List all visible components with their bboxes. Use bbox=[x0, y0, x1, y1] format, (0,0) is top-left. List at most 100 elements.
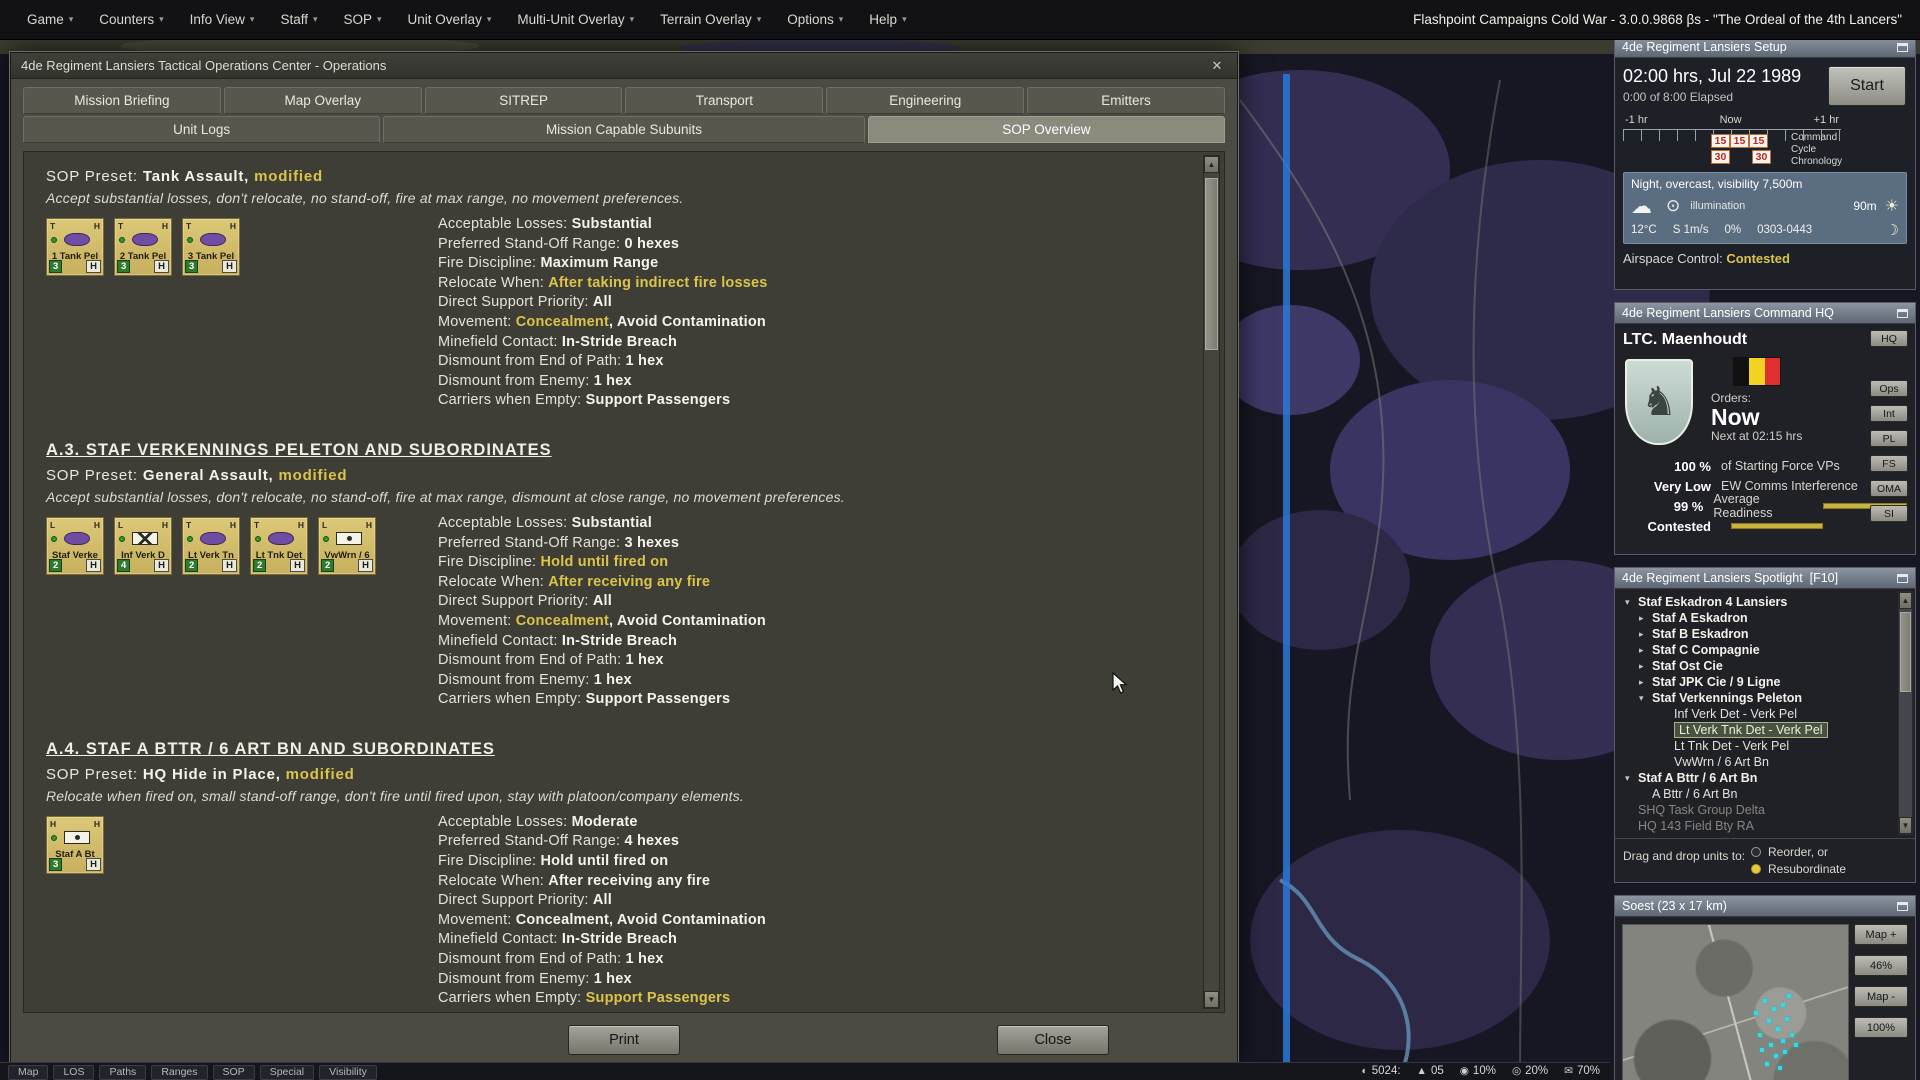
tree-item[interactable]: ▸Staf B Eskadron bbox=[1621, 626, 1895, 642]
minimap[interactable] bbox=[1622, 924, 1849, 1080]
counter-topleft: L bbox=[322, 520, 327, 530]
tree-item[interactable]: SHQ Task Group Delta bbox=[1621, 802, 1895, 818]
hq-tool-button[interactable]: Ops bbox=[1870, 380, 1908, 397]
panel-expand-icon[interactable] bbox=[1897, 309, 1908, 318]
tree-chevron-icon[interactable]: ▸ bbox=[1639, 677, 1652, 688]
reorder-option[interactable]: Reorder, or bbox=[1751, 845, 1846, 859]
sop-setting-row: Dismount from End of Path: 1 hex bbox=[438, 651, 1190, 671]
menu-item[interactable]: Counters▾ bbox=[86, 0, 176, 40]
tree-chevron-icon[interactable]: ▸ bbox=[1639, 645, 1652, 656]
statusbar-toggle[interactable]: LOS bbox=[53, 1065, 94, 1080]
dialog-titlebar[interactable]: 4de Regiment Lansiers Tactical Operation… bbox=[11, 53, 1237, 79]
statusbar-toggle[interactable]: Map bbox=[8, 1065, 48, 1080]
scroll-up-icon[interactable]: ▲ bbox=[1899, 592, 1912, 609]
tree-chevron-icon[interactable]: ▸ bbox=[1639, 613, 1652, 624]
statusbar-toggle[interactable]: SOP bbox=[213, 1065, 255, 1080]
tab[interactable]: Map Overlay bbox=[224, 87, 422, 114]
panel-expand-icon[interactable] bbox=[1897, 574, 1908, 583]
tree-item[interactable]: ▸Staf C Compagnie bbox=[1621, 642, 1895, 658]
tree-item[interactable]: HQ 143 Field Bty RA bbox=[1621, 818, 1895, 834]
spotlight-scrollbar[interactable]: ▲ ▼ bbox=[1898, 591, 1913, 835]
unit-counter[interactable]: T H 3 Tank Pel 3H bbox=[182, 218, 240, 276]
menu-item[interactable]: Unit Overlay▾ bbox=[395, 0, 505, 40]
tree-item[interactable]: ▾Staf Eskadron 4 Lansiers bbox=[1621, 594, 1895, 610]
menu-item[interactable]: Help▾ bbox=[856, 0, 919, 40]
tree-chevron-icon[interactable]: ▸ bbox=[1639, 661, 1652, 672]
tree-item[interactable]: ▾Staf A Bttr / 6 Art Bn bbox=[1621, 770, 1895, 786]
sop-setting-row: Relocate When: After taking indirect fir… bbox=[438, 274, 1190, 294]
unit-counter[interactable]: L H VwWrn / 6 2H bbox=[318, 517, 376, 575]
tree-item[interactable]: ▾Staf Verkennings Peleton bbox=[1621, 690, 1895, 706]
panel-expand-icon[interactable] bbox=[1897, 902, 1908, 911]
tab[interactable]: Unit Logs bbox=[23, 116, 380, 143]
menu-item[interactable]: Info View▾ bbox=[177, 0, 268, 40]
menu-item[interactable]: Options▾ bbox=[774, 0, 856, 40]
cycle-caption: Command CycleChronology bbox=[1791, 132, 1861, 168]
statusbar-toggle[interactable]: Paths bbox=[99, 1065, 146, 1080]
scrollbar-thumb[interactable] bbox=[1205, 178, 1218, 350]
tree-chevron-icon[interactable]: ▸ bbox=[1639, 629, 1652, 640]
close-icon[interactable]: ✕ bbox=[1207, 58, 1227, 74]
unit-counter[interactable]: T H Lt Tnk Det 2H bbox=[250, 517, 308, 575]
tab[interactable]: Engineering bbox=[826, 87, 1024, 114]
tree-item[interactable]: ▸Staf Ost Cie bbox=[1621, 658, 1895, 674]
hq-tool-button[interactable]: PL bbox=[1870, 430, 1908, 447]
minimap-button[interactable]: 100% bbox=[1854, 1017, 1908, 1038]
tree-item[interactable]: ▸Staf A Eskadron bbox=[1621, 610, 1895, 626]
unit-counter[interactable]: T H Lt Verk Tn 2H bbox=[182, 517, 240, 575]
tree-item[interactable]: ▸Staf JPK Cie / 9 Ligne bbox=[1621, 674, 1895, 690]
menu-item[interactable]: Terrain Overlay▾ bbox=[647, 0, 774, 40]
menu-item[interactable]: SOP▾ bbox=[331, 0, 395, 40]
tree-chevron-icon[interactable]: ▾ bbox=[1639, 693, 1652, 704]
unit-counter[interactable]: H H Staf A Bt 3H bbox=[46, 816, 104, 874]
unit-counter[interactable]: L H Inf Verk D 4H bbox=[114, 517, 172, 575]
tree-chevron-icon[interactable]: ▾ bbox=[1625, 773, 1638, 784]
resubordinate-option[interactable]: Resubordinate bbox=[1751, 862, 1846, 876]
close-button[interactable]: Close bbox=[997, 1025, 1109, 1055]
minimap-button[interactable]: Map - bbox=[1854, 986, 1908, 1007]
hq-tool-button[interactable]: FS bbox=[1870, 455, 1908, 472]
sop-settings: Acceptable Losses: Substantial Preferred… bbox=[438, 215, 1190, 411]
unit-counter[interactable]: T H 1 Tank Pel 3H bbox=[46, 218, 104, 276]
preset-description: Accept substantial losses, don't relocat… bbox=[46, 489, 1190, 505]
tab[interactable]: Emitters bbox=[1027, 87, 1225, 114]
print-button[interactable]: Print bbox=[568, 1025, 680, 1055]
hq-tool-button[interactable]: SI bbox=[1870, 505, 1908, 522]
tree-chevron-icon[interactable]: ▾ bbox=[1625, 597, 1638, 608]
menu-item[interactable]: Game▾ bbox=[14, 0, 86, 40]
tab[interactable]: SOP Overview bbox=[868, 116, 1225, 143]
menu-item[interactable]: Multi-Unit Overlay▾ bbox=[504, 0, 647, 40]
tab[interactable]: SITREP bbox=[425, 87, 623, 114]
tab[interactable]: Transport bbox=[625, 87, 823, 114]
scrollbar-thumb[interactable] bbox=[1900, 612, 1911, 692]
scroll-down-icon[interactable]: ▼ bbox=[1204, 991, 1219, 1008]
minimap-button[interactable]: Map + bbox=[1854, 924, 1908, 945]
tree-item[interactable]: Inf Verk Det - Verk Pel bbox=[1621, 706, 1895, 722]
tree-item[interactable]: VwWrn / 6 Art Bn bbox=[1621, 754, 1895, 770]
tree-item[interactable]: A Bttr / 6 Art Bn bbox=[1621, 786, 1895, 802]
counter-topright: H bbox=[94, 819, 100, 829]
start-button[interactable]: Start bbox=[1828, 66, 1906, 106]
cycle-value: 15 bbox=[1730, 134, 1749, 148]
minimap-button[interactable]: 46% bbox=[1854, 955, 1908, 976]
hq-tool-button[interactable]: Int bbox=[1870, 405, 1908, 422]
menu-item[interactable]: Staff▾ bbox=[267, 0, 330, 40]
tree-item[interactable]: Lt Tnk Det - Verk Pel bbox=[1621, 738, 1895, 754]
sop-setting-row: Acceptable Losses: Substantial bbox=[438, 215, 1190, 235]
statusbar-toggle[interactable]: Visibility bbox=[319, 1065, 377, 1080]
hq-tool-button[interactable]: OMA bbox=[1870, 480, 1908, 497]
tree-item[interactable]: Lt Verk Tnk Det - Verk Pel bbox=[1621, 722, 1895, 738]
scroll-up-icon[interactable]: ▲ bbox=[1204, 156, 1219, 173]
panel-expand-icon[interactable] bbox=[1897, 43, 1908, 52]
unit-counter[interactable]: L H Staf Verke 2H bbox=[46, 517, 104, 575]
tab-row-2: Unit Logs Mission Capable Subunits SOP O… bbox=[23, 116, 1225, 143]
statusbar-toggle[interactable]: Special bbox=[260, 1065, 314, 1080]
tab[interactable]: Mission Briefing bbox=[23, 87, 221, 114]
scroll-down-icon[interactable]: ▼ bbox=[1899, 817, 1912, 834]
hq-stat-row: 99 %Average Readiness bbox=[1623, 496, 1907, 516]
statusbar-toggle[interactable]: Ranges bbox=[151, 1065, 207, 1080]
content-scrollbar[interactable]: ▲ ▼ bbox=[1203, 155, 1220, 1009]
tab[interactable]: Mission Capable Subunits bbox=[383, 116, 865, 143]
hq-button[interactable]: HQ bbox=[1870, 330, 1908, 347]
unit-counter[interactable]: T H 2 Tank Pel 3H bbox=[114, 218, 172, 276]
